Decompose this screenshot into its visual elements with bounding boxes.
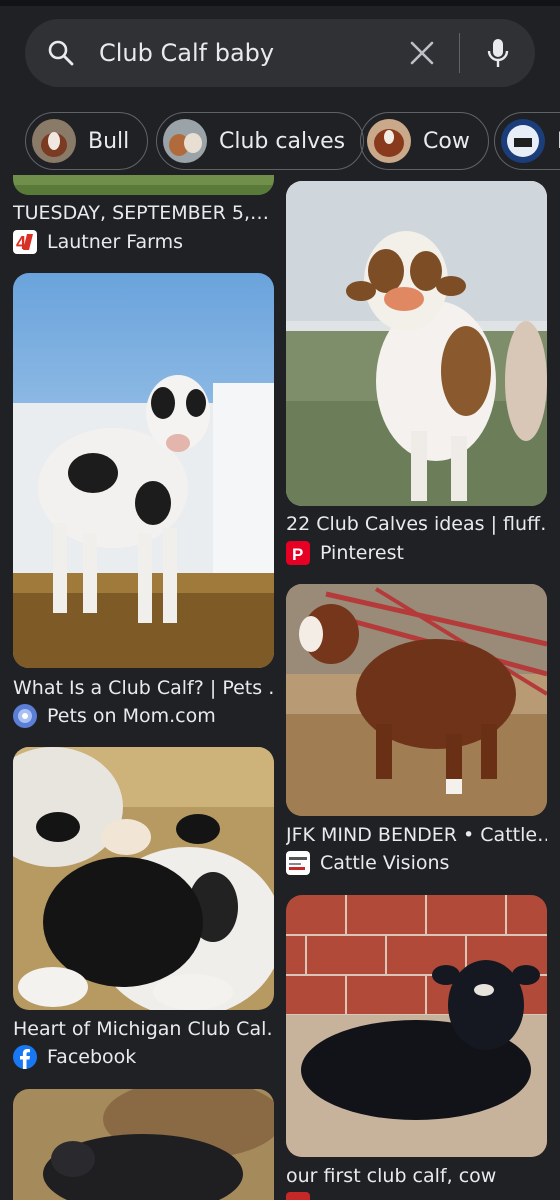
partial-favicon — [286, 1192, 310, 1200]
result-caption[interactable]: Heart of Michigan Club Cal… — [13, 1018, 274, 1040]
status-bar — [0, 0, 560, 6]
result-image-cattle-visions[interactable] — [286, 584, 547, 816]
result-image-pinterest[interactable] — [286, 181, 547, 506]
result-source[interactable]: Facebook — [13, 1045, 136, 1069]
cattle-visions-icon — [286, 851, 310, 875]
lautner-farms-icon: 4 — [13, 230, 37, 254]
filter-chips: Bull Club calves Cow B — [0, 112, 560, 172]
result-source[interactable]: Cattle Visions — [286, 851, 449, 875]
pets-on-mom-icon — [13, 704, 37, 728]
search-input[interactable]: Club Calf baby — [99, 39, 274, 67]
source-name: Lautner Farms — [47, 231, 184, 253]
source-name: Cattle Visions — [320, 852, 450, 874]
svg-text:P: P — [292, 545, 303, 564]
cow-thumbnail — [367, 119, 411, 163]
club-calves-thumbnail — [163, 119, 207, 163]
chip-club-calves[interactable]: Club calves — [156, 112, 365, 170]
microphone-icon[interactable] — [484, 37, 512, 69]
result-image-lautner[interactable] — [13, 175, 274, 195]
result-source[interactable]: P Pinterest — [286, 541, 404, 565]
chip-label: Cow — [423, 128, 470, 154]
pinterest-icon: P — [286, 541, 310, 565]
close-icon[interactable] — [408, 39, 436, 67]
result-image-pets-on-mom[interactable] — [13, 273, 274, 668]
result-source[interactable]: 4 Lautner Farms — [13, 230, 183, 254]
search-icon[interactable] — [47, 39, 75, 67]
facebook-icon — [13, 1045, 37, 1069]
chip-label: Club calves — [219, 128, 346, 154]
source-name: Pinterest — [320, 542, 404, 564]
chip-b[interactable]: B — [494, 112, 560, 170]
club-calf-logo-thumbnail — [501, 119, 545, 163]
source-name: Pets on Mom.com — [47, 705, 216, 727]
result-caption[interactable]: TUESDAY, SEPTEMBER 5,… — [13, 202, 274, 224]
result-caption[interactable]: 22 Club Calves ideas | fluff… — [286, 513, 547, 535]
source-name: Facebook — [47, 1046, 137, 1068]
result-image-first-club-calf[interactable] — [286, 895, 547, 1157]
result-image-bottom-left[interactable] — [13, 1089, 274, 1200]
result-image-facebook[interactable] — [13, 747, 274, 1010]
chip-label: Bull — [88, 128, 130, 154]
chip-cow[interactable]: Cow — [360, 112, 489, 170]
chip-bull[interactable]: Bull — [25, 112, 149, 170]
result-caption[interactable]: What Is a Club Calf? | Pets … — [13, 677, 274, 699]
search-divider — [459, 33, 460, 73]
bull-thumbnail — [32, 119, 76, 163]
result-caption[interactable]: JFK MIND BENDER • Cattle… — [286, 824, 547, 846]
search-bar[interactable]: Club Calf baby — [25, 19, 535, 87]
result-caption[interactable]: our first club calf, cow — [286, 1165, 547, 1187]
result-source[interactable]: Pets on Mom.com — [13, 704, 216, 728]
